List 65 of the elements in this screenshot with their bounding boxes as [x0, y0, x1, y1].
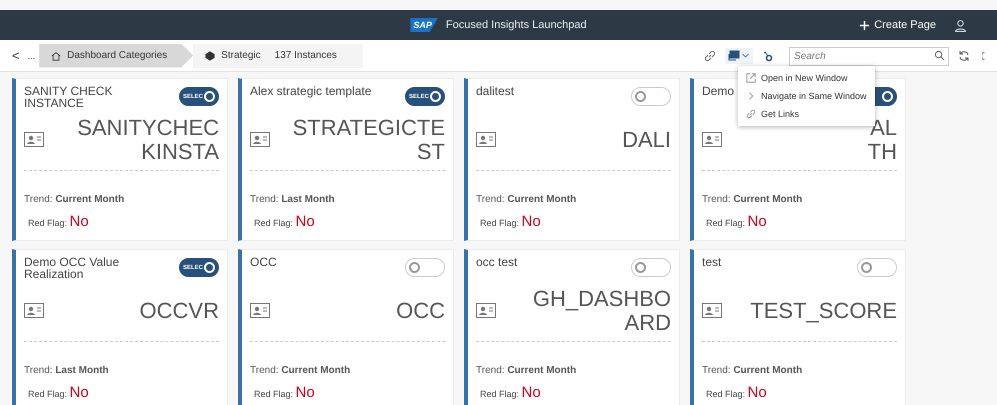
plus-icon: [859, 20, 870, 30]
contact-card-icon: [476, 132, 496, 147]
card-title: Demo: [702, 85, 734, 97]
breadcrumb[interactable]: Strategic 137 Instances: [193, 44, 363, 68]
dashboard-code: OCCVR: [140, 298, 219, 322]
card-title: test: [702, 256, 722, 268]
contact-card-icon: [24, 303, 44, 318]
instance-card[interactable]: occ test GH_DASHBO ARD Trend: Current Month Red Flag: No: [464, 249, 680, 405]
user-icon: [954, 18, 967, 32]
external-link-icon: [746, 73, 756, 83]
link-icon: [704, 50, 716, 62]
instance-card[interactable]: OCC OCC Trend: Current Month Red Flag: No: [238, 249, 454, 405]
card-title: Alex strategic template: [250, 85, 372, 97]
instance-count: 137 Instances: [274, 50, 337, 61]
instance-card[interactable]: dalitest DALI Trend: Current Month Red Flag: No: [464, 78, 680, 241]
card-title: dalitest: [476, 85, 514, 97]
dashboard-code: STRATEGICTE ST: [292, 116, 445, 164]
card-title: occ test: [476, 256, 518, 268]
open-menu-button[interactable]: [725, 48, 753, 64]
card-title: Demo OCC Value Realization: [24, 256, 120, 280]
search-icon: [934, 50, 945, 61]
flag-status-text: Red Flag: No: [705, 384, 768, 401]
overflow-button[interactable]: ...: [24, 50, 40, 60]
search-field[interactable]: Search: [789, 47, 949, 66]
flag-status-text: Red Flag: No: [479, 213, 542, 230]
refresh-icon: [958, 50, 970, 62]
back-button[interactable]: <: [8, 48, 24, 63]
sap-logo: SAP: [410, 18, 438, 32]
create-page-button[interactable]: Create Page: [859, 19, 936, 31]
dashboard-code: DALI: [622, 128, 671, 152]
menu-item[interactable]: Navigate in Same Window: [738, 87, 875, 105]
dashboard-code: TEST_SCORE: [750, 298, 897, 322]
contact-card-icon: [702, 303, 722, 318]
breadcrumb[interactable]: Dashboard Categories: [39, 44, 194, 68]
card-title: SANITY CHECK INSTANCE: [24, 85, 114, 109]
trend-text: Trend: Current Month: [702, 194, 804, 205]
dashboard-code: SANITYCHEC KINSTA: [77, 116, 219, 164]
card-title: OCC: [250, 256, 277, 268]
link-icon: [746, 109, 756, 119]
caret-icon: [741, 51, 750, 60]
trend-text: Trend: Last Month: [250, 194, 336, 205]
contact-card-icon: [24, 132, 44, 147]
trend-text: Trend: Current Month: [250, 365, 352, 376]
trend-text: Trend: Last Month: [24, 365, 110, 376]
flag-status-text: Red Flag: No: [253, 384, 316, 401]
monitor-icon: [728, 50, 740, 62]
chevron-right-icon: [746, 91, 756, 101]
trend-text: Trend: Current Month: [476, 194, 578, 205]
instance-card[interactable]: test TEST_SCORE Trend: Current Month Red Flag: No: [690, 249, 906, 405]
flag-status-text: Red Flag: No: [253, 213, 316, 230]
contact-card-icon: [250, 303, 270, 318]
flag-status-text: Red Flag: No: [27, 213, 90, 230]
contact-card-icon: [476, 303, 496, 318]
contact-card-icon: [702, 132, 722, 147]
trend-text: Trend: Current Month: [702, 365, 804, 376]
flag-status-text: Red Flag: No: [705, 213, 768, 230]
dashboard-code: OCC: [396, 298, 445, 322]
app-title: Focused Insights Launchpad: [446, 19, 587, 31]
flag-status-text: Red Flag: No: [27, 384, 90, 401]
home-icon: [51, 50, 62, 60]
flag-status-text: Red Flag: No: [479, 384, 542, 401]
trend-text: Trend: Current Month: [476, 365, 578, 376]
dashboard-code: GH_DASHBO ARD: [532, 286, 671, 334]
contact-card-icon: [250, 132, 270, 147]
trend-text: Trend: Current Month: [24, 194, 126, 205]
